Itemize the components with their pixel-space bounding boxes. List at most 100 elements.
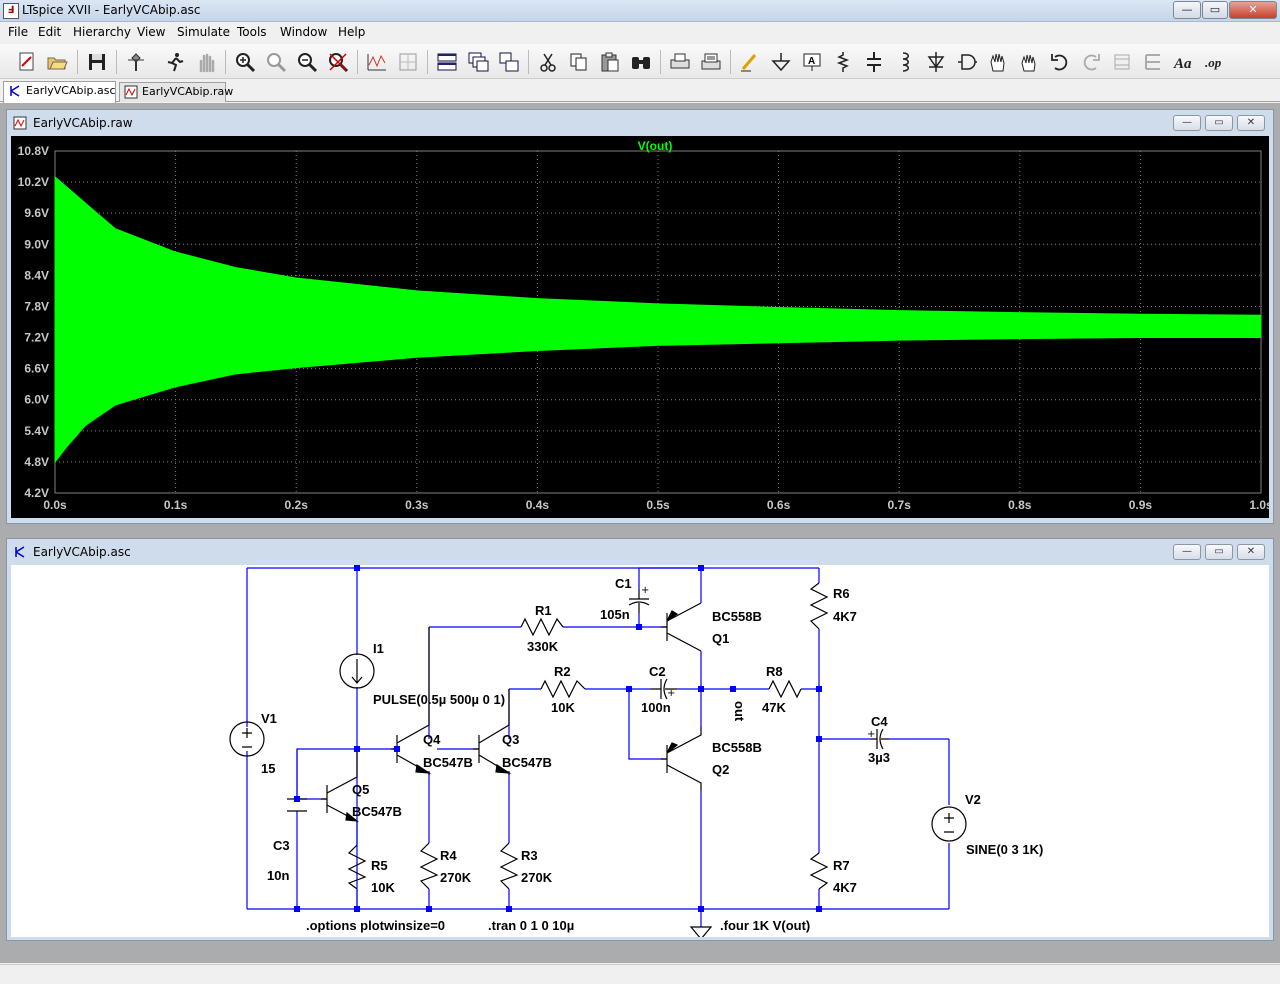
title-bar: Ⅎ LTspice XVII - EarlyVCAbip.asc — ▭ ✕ [0,0,1280,22]
v2-source[interactable] [931,806,967,842]
i1-source[interactable] [339,653,375,689]
q3-label: Q3 [502,732,519,747]
cut-icon[interactable] [535,49,561,75]
menu-window[interactable]: Window [280,25,327,39]
spice-directive-icon[interactable]: .op [1202,49,1228,75]
undo-icon[interactable] [1047,49,1073,75]
ground-symbol [689,926,713,940]
r7-resistor[interactable] [809,852,829,890]
child-maximize-button[interactable]: ▭ [1205,544,1233,560]
y-tick-label: 7.8V [24,299,49,313]
drag-icon[interactable] [1016,49,1042,75]
zoom-fit-icon[interactable] [263,49,289,75]
schematic-canvas[interactable]: + + + V1 15 I1 PULSE(0.5µ 500µ 0 1) Q5 B… [11,565,1269,940]
zoom-cancel-icon[interactable] [325,49,351,75]
open-icon[interactable] [44,49,70,75]
r1-resistor[interactable] [520,617,564,637]
y-tick-label: 5.4V [24,424,49,438]
schematic-drawing: + + + V1 15 I1 PULSE(0.5µ 500µ 0 1) Q5 B… [229,565,1043,940]
mirror-icon[interactable] [1140,49,1166,75]
r2-resistor[interactable] [540,679,586,699]
rotate-icon[interactable] [1109,49,1135,75]
r6-resistor[interactable] [809,582,829,630]
diode-icon[interactable] [923,49,949,75]
tile-horizontal-icon[interactable] [434,49,460,75]
svg-text:Aa: Aa [1173,56,1192,72]
menu-file[interactable]: File [8,25,28,39]
tran-directive[interactable]: .tran 0 1 0 10µ [488,918,574,933]
new-schematic-icon[interactable] [14,49,40,75]
options-directive[interactable]: .options plotwinsize=0 [306,918,445,933]
y-tick-label: 6.6V [24,362,49,376]
menu-view[interactable]: View [137,25,165,39]
redo-icon[interactable] [1078,49,1104,75]
tab-schematic[interactable]: EarlyVCAbip.asc [3,81,116,103]
schematic-window-titlebar: EarlyVCAbip.asc — ▭ ✕ [7,539,1273,565]
resistor-icon[interactable] [830,49,856,75]
c4-value: 3µ3 [868,750,890,765]
child-maximize-button[interactable]: ▭ [1205,115,1233,131]
child-close-button[interactable]: ✕ [1237,544,1265,560]
text-icon[interactable]: Aa [1171,49,1197,75]
tab-waveform[interactable]: EarlyVCAbip.raw [119,82,233,102]
x-tick-label: 0.3s [405,498,429,512]
child-minimize-button[interactable]: — [1173,115,1201,131]
net-out-label: out [732,701,747,722]
capacitor-icon[interactable] [861,49,887,75]
menu-edit[interactable]: Edit [38,25,61,39]
q1-transistor[interactable] [661,602,702,652]
move-icon[interactable] [985,49,1011,75]
zoom-in-icon[interactable] [232,49,258,75]
r3-value: 270K [521,870,553,885]
minimize-button[interactable]: — [1173,1,1201,19]
q5-label: Q5 [352,782,369,797]
four-directive[interactable]: .four 1K V(out) [720,918,810,933]
svg-text:+: + [867,729,875,740]
print-setup-icon[interactable] [698,49,724,75]
autorange-icon[interactable] [364,49,390,75]
child-minimize-button[interactable]: — [1173,544,1201,560]
q3-model: BC547B [502,755,552,770]
find-icon[interactable] [628,49,654,75]
control-panel-icon[interactable] [123,49,149,75]
inductor-icon[interactable] [892,49,918,75]
waveform-window: EarlyVCAbip.raw — ▭ ✕ 10.8V 10.2V 9.6V 9.0V… [6,109,1274,524]
menu-hierarchy[interactable]: Hierarchy [73,25,131,39]
c4-capacitor[interactable]: + [867,728,889,750]
r4-resistor[interactable] [419,842,439,890]
print-icon[interactable] [667,49,693,75]
menu-tools[interactable]: Tools [237,25,267,39]
wire-icon[interactable] [737,49,763,75]
v2-value: SINE(0 3 1K) [966,842,1043,857]
tab-label: EarlyVCAbip.asc [26,84,116,97]
v1-source[interactable] [229,721,265,757]
waveform-plot[interactable]: 10.8V 10.2V 9.6V 9.0V 8.4V 7.8V 7.2V 6.6V 6.0V 5.… [11,136,1273,518]
label-icon[interactable]: A [799,49,825,75]
r8-resistor[interactable] [768,679,802,699]
close-button[interactable]: ✕ [1229,1,1277,19]
halt-icon[interactable] [193,49,219,75]
menu-help[interactable]: Help [338,25,365,39]
copy-icon[interactable] [566,49,592,75]
waveform-grid-icon[interactable] [395,49,421,75]
c2-capacitor[interactable]: + [651,678,677,700]
zoom-out-icon[interactable] [294,49,320,75]
run-icon[interactable] [162,49,188,75]
maximize-button[interactable]: ▭ [1202,1,1228,19]
r3-resistor[interactable] [499,842,519,890]
r8-label: R8 [766,664,783,679]
r6-value: 4K7 [833,609,857,624]
component-icon[interactable] [954,49,980,75]
menu-bar: File Edit Hierarchy View Simulate Tools … [0,23,1280,43]
child-close-button[interactable]: ✕ [1237,115,1265,131]
paste-icon[interactable] [597,49,623,75]
tile-vertical-icon[interactable] [496,49,522,75]
trace-label[interactable]: V(out) [638,139,673,153]
c1-capacitor[interactable]: + [628,585,649,613]
q2-transistor[interactable] [661,727,702,791]
y-tick-label: 6.0V [24,393,49,407]
menu-simulate[interactable]: Simulate [177,25,230,39]
save-icon[interactable] [84,49,110,75]
cascade-icon[interactable] [465,49,491,75]
ground-icon[interactable] [768,49,794,75]
